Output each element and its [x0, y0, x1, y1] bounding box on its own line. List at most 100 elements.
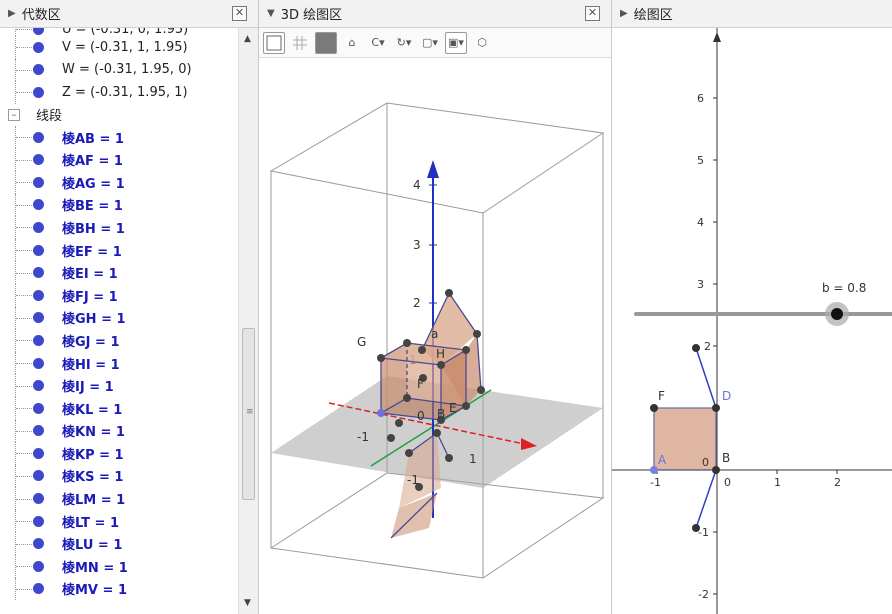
- visibility-dot-icon[interactable]: [33, 221, 44, 233]
- list-item[interactable]: 棱IJ = 1: [0, 374, 238, 397]
- tree-connector: [15, 58, 35, 82]
- grid-toggle-button[interactable]: [289, 32, 311, 54]
- object-label: 棱GH = 1: [62, 312, 126, 328]
- object-label: V = (-0.31, 1, 1.95): [62, 39, 188, 55]
- origin-label: 0: [702, 456, 709, 469]
- visibility-dot-icon[interactable]: [33, 199, 44, 211]
- visibility-dot-icon[interactable]: [33, 86, 44, 98]
- close-icon[interactable]: ✕: [585, 6, 600, 21]
- collapse-triangle-icon[interactable]: ▶: [8, 8, 16, 19]
- visibility-dot-icon[interactable]: [33, 470, 44, 482]
- group-header-segments[interactable]: – 线段: [0, 104, 238, 126]
- visibility-dot-icon[interactable]: [33, 289, 44, 301]
- tree-connector: [15, 351, 35, 375]
- animate-rotation-button[interactable]: ↻▾: [393, 32, 415, 54]
- visibility-dot-icon[interactable]: [33, 267, 44, 279]
- list-item[interactable]: 棱AF = 1: [0, 148, 238, 171]
- visibility-dot-icon[interactable]: [33, 64, 44, 76]
- tree-connector: [15, 170, 35, 194]
- dropdown-triangle-icon[interactable]: ▼: [267, 8, 275, 19]
- y-tick-label: 2: [704, 340, 711, 353]
- list-item[interactable]: 棱GJ = 1: [0, 329, 238, 352]
- list-item[interactable]: 棱MN = 1: [0, 555, 238, 578]
- view2d-titlebar[interactable]: ▶ 绘图区: [612, 0, 892, 28]
- list-item[interactable]: 棱KS = 1: [0, 464, 238, 488]
- object-label: 棱KP = 1: [62, 447, 124, 463]
- list-item[interactable]: V = (-0.31, 1, 1.95): [0, 36, 238, 59]
- projection-button[interactable]: ▣▾: [445, 31, 467, 54]
- scroll-up-icon[interactable]: ▲: [244, 34, 251, 44]
- algebra-scrollbar[interactable]: ▲ ≡ ▼: [238, 28, 258, 614]
- list-item[interactable]: 棱LU = 1: [0, 532, 238, 556]
- visibility-dot-icon[interactable]: [33, 244, 44, 256]
- visibility-dot-icon[interactable]: [33, 357, 44, 369]
- object-label: 棱GJ = 1: [62, 334, 120, 350]
- list-item[interactable]: 棱BE = 1: [0, 193, 238, 217]
- list-item[interactable]: 棱KP = 1: [0, 442, 238, 465]
- visibility-dot-icon[interactable]: [33, 493, 44, 505]
- list-item[interactable]: 棱KN = 1: [0, 419, 238, 443]
- list-item[interactable]: 棱GH = 1: [0, 306, 238, 330]
- z-tick-label: 4: [413, 178, 421, 192]
- tree-connector: [15, 216, 35, 239]
- object-label: 棱BE = 1: [62, 199, 123, 215]
- visibility-dot-icon[interactable]: [33, 131, 44, 143]
- tree-connector: [15, 193, 35, 217]
- visibility-dot-icon[interactable]: [33, 515, 44, 527]
- view3d-titlebar[interactable]: ▼ 3D 绘图区 ✕: [259, 0, 611, 28]
- x-tick-label: 1: [774, 476, 781, 489]
- plane-toggle-button[interactable]: [315, 31, 337, 54]
- rotate-view-button[interactable]: C▾: [367, 32, 389, 54]
- visibility-dot-icon[interactable]: [33, 447, 44, 459]
- list-item[interactable]: 棱LM = 1: [0, 487, 238, 510]
- view3d-svg[interactable]: 4 3 2 1: [259, 58, 612, 614]
- visibility-dot-icon[interactable]: [33, 425, 44, 437]
- list-item[interactable]: 棱AG = 1: [0, 170, 238, 194]
- list-item[interactable]: 棱AB = 1: [0, 125, 238, 149]
- list-item[interactable]: W = (-0.31, 1.95, 0): [0, 58, 238, 82]
- tree-connector: [15, 148, 35, 171]
- list-item[interactable]: 棱LT = 1: [0, 509, 238, 533]
- scroll-down-icon[interactable]: ▼: [244, 598, 251, 608]
- collapse-triangle-icon[interactable]: ▶: [620, 8, 628, 19]
- object-label: 棱LT = 1: [62, 515, 119, 531]
- visibility-dot-icon[interactable]: [33, 402, 44, 414]
- list-item[interactable]: 棱EF = 1: [0, 238, 238, 262]
- list-item[interactable]: Z = (-0.31, 1.95, 1): [0, 81, 238, 104]
- object-label: 棱AB = 1: [62, 131, 124, 147]
- view2d-canvas[interactable]: 6 5 4 3 2 -1 -2 -1 0 1 2 b = 0.8 F D A B…: [612, 28, 892, 614]
- visibility-dot-icon[interactable]: [33, 380, 44, 392]
- x-tick-label: 1: [469, 452, 477, 466]
- axes-toggle-button[interactable]: [263, 31, 285, 54]
- visibility-dot-icon[interactable]: [33, 560, 44, 572]
- point-dot-icon[interactable]: [33, 28, 44, 35]
- visibility-dot-icon[interactable]: [33, 312, 44, 324]
- list-item[interactable]: 棱EI = 1: [0, 261, 238, 284]
- list-item[interactable]: 棱KL = 1: [0, 396, 238, 420]
- tree-connector: [15, 261, 35, 284]
- clipping-button[interactable]: ▢▾: [419, 32, 441, 54]
- visibility-dot-icon[interactable]: [33, 583, 44, 595]
- cube-icon[interactable]: ⬡: [471, 32, 493, 54]
- list-item[interactable]: 棱BH = 1: [0, 216, 238, 239]
- list-item[interactable]: 棱MV = 1: [0, 577, 238, 601]
- object-label: 棱MV = 1: [62, 583, 127, 599]
- z-axis-arrow: [427, 160, 439, 178]
- list-item[interactable]: U = (-0.31, 0, 1.95): [0, 28, 238, 37]
- scroll-thumb[interactable]: ≡: [242, 328, 255, 500]
- visibility-dot-icon[interactable]: [33, 154, 44, 166]
- slider-knob[interactable]: [831, 308, 843, 320]
- object-label: 棱KS = 1: [62, 470, 124, 486]
- close-icon[interactable]: ✕: [232, 6, 247, 21]
- visibility-dot-icon[interactable]: [33, 41, 44, 53]
- visibility-dot-icon[interactable]: [33, 538, 44, 550]
- list-item[interactable]: 棱FJ = 1: [0, 283, 238, 307]
- home-icon[interactable]: ⌂: [341, 32, 363, 54]
- view2d-svg[interactable]: 6 5 4 3 2 -1 -2 -1 0 1 2 b = 0.8 F D A B…: [612, 28, 892, 614]
- algebra-titlebar[interactable]: ▶ 代数区 ✕: [0, 0, 258, 28]
- visibility-dot-icon[interactable]: [33, 176, 44, 188]
- view3d-canvas[interactable]: 4 3 2 1: [259, 58, 611, 614]
- visibility-dot-icon[interactable]: [33, 334, 44, 346]
- list-item[interactable]: 棱HI = 1: [0, 351, 238, 375]
- collapse-minus-icon[interactable]: –: [8, 108, 20, 121]
